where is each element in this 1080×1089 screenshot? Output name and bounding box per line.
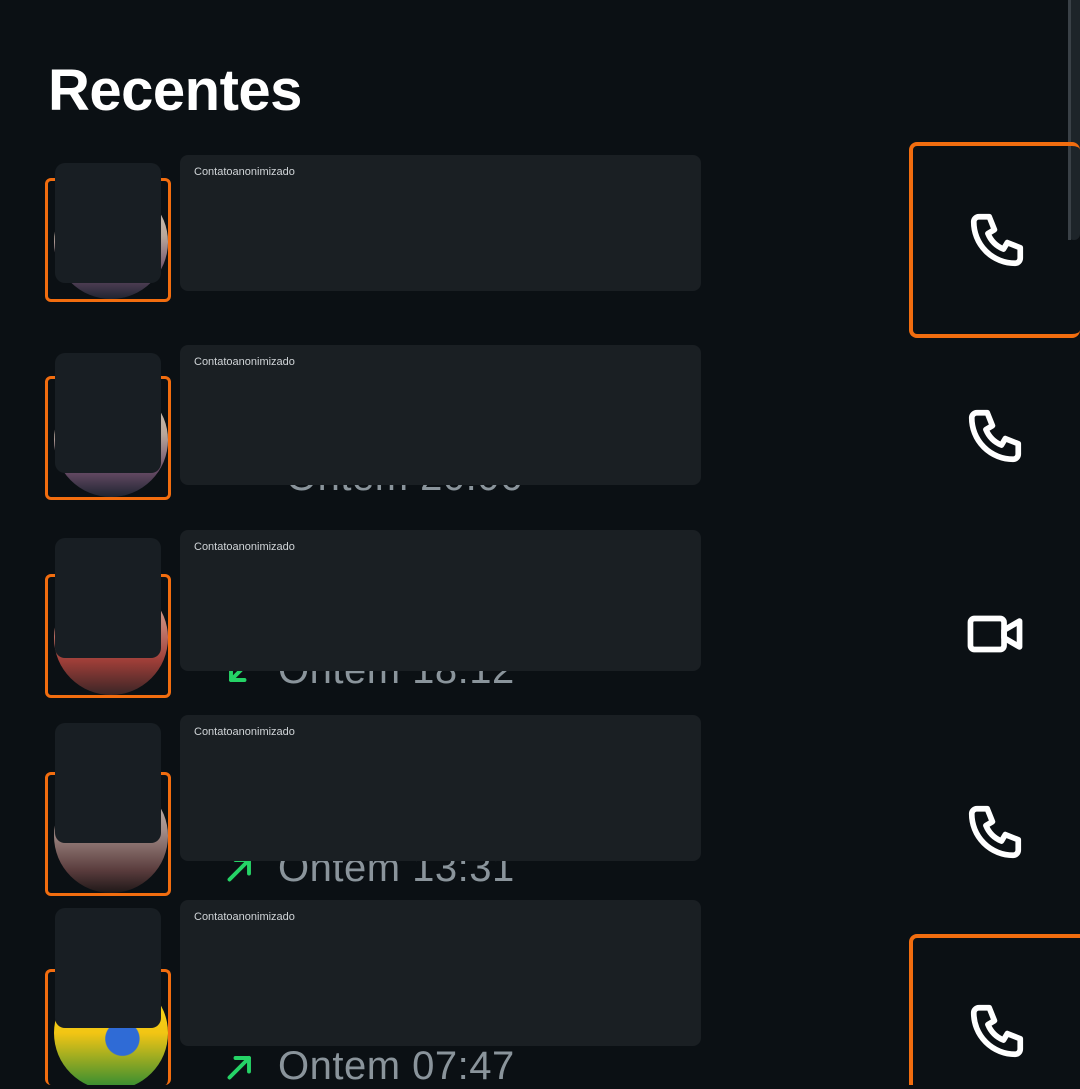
avatar-redaction [55,538,161,658]
avatar-redaction [55,908,161,1028]
contact-name: Contatoanonimizado [194,911,295,923]
contact-name: Contatoanonimizado [194,166,295,178]
avatar-redaction [55,163,161,283]
phone-icon [968,409,1021,463]
call-row[interactable]: Ontem 18:12 Contatoanonimizado [0,530,1080,734]
contact-name: Contatoanonimizado [194,726,295,738]
video-icon [967,615,1022,653]
page-title: Recentes [48,58,302,123]
call-meta: Ontem 07:47 [222,1044,515,1089]
contact-name: Contatoanonimizado [194,541,295,553]
voice-call-button[interactable] [909,734,1080,930]
contact-name-redaction: Contatoanonimizado [180,155,701,291]
voice-call-button[interactable] [909,338,1080,534]
call-row[interactable]: Ontem 07:47 Contatoanonimizado [0,900,1080,1088]
call-time: Ontem 07:47 [278,1044,515,1088]
voice-call-button[interactable] [909,934,1080,1085]
voice-call-button[interactable] [909,142,1080,338]
outgoing-arrow-icon [227,1055,251,1079]
contact-name: Contatoanonimizado [194,356,295,368]
phone-icon [970,213,1023,267]
contact-name-redaction: Contatoanonimizado [180,530,701,671]
avatar-redaction [55,723,161,843]
contact-name-redaction: Contatoanonimizado [180,900,701,1046]
contact-name-redaction: Contatoanonimizado [180,715,701,861]
phone-icon [970,1004,1023,1057]
avatar-redaction [55,353,161,473]
call-row[interactable]: Contatoanonimizado [0,140,1080,338]
phone-icon [968,805,1021,859]
video-call-button[interactable] [909,536,1080,732]
call-row[interactable]: Ontem 20:06 Contatoanonimizado [0,338,1080,536]
contact-name-redaction: Contatoanonimizado [180,345,701,485]
